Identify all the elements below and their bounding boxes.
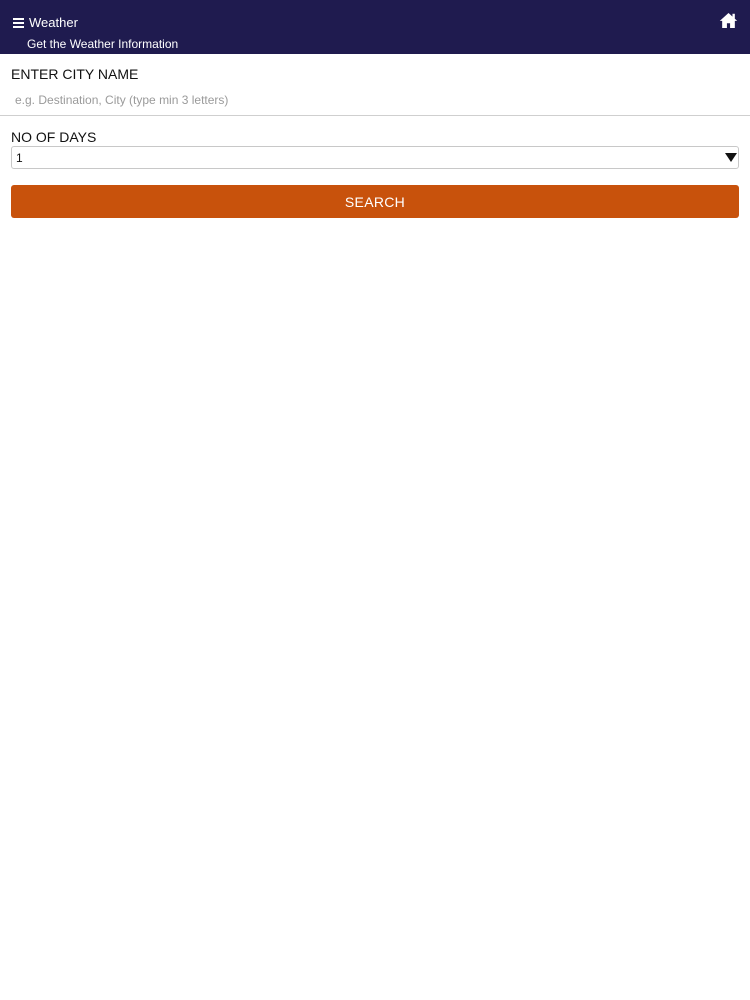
app-title: Weather <box>29 15 78 30</box>
city-input[interactable] <box>0 84 750 116</box>
search-button[interactable]: SEARCH <box>11 185 739 218</box>
days-select[interactable]: 1 <box>11 146 739 169</box>
dropdown-arrow-icon <box>725 153 737 162</box>
days-selected-value: 1 <box>16 151 23 165</box>
home-icon[interactable] <box>719 12 738 29</box>
days-label: NO OF DAYS <box>11 129 97 145</box>
city-label: ENTER CITY NAME <box>11 66 139 82</box>
app-subtitle: Get the Weather Information <box>27 37 179 51</box>
hamburger-menu-icon[interactable] <box>13 18 24 28</box>
app-header: Weather Get the Weather Information <box>0 0 750 54</box>
